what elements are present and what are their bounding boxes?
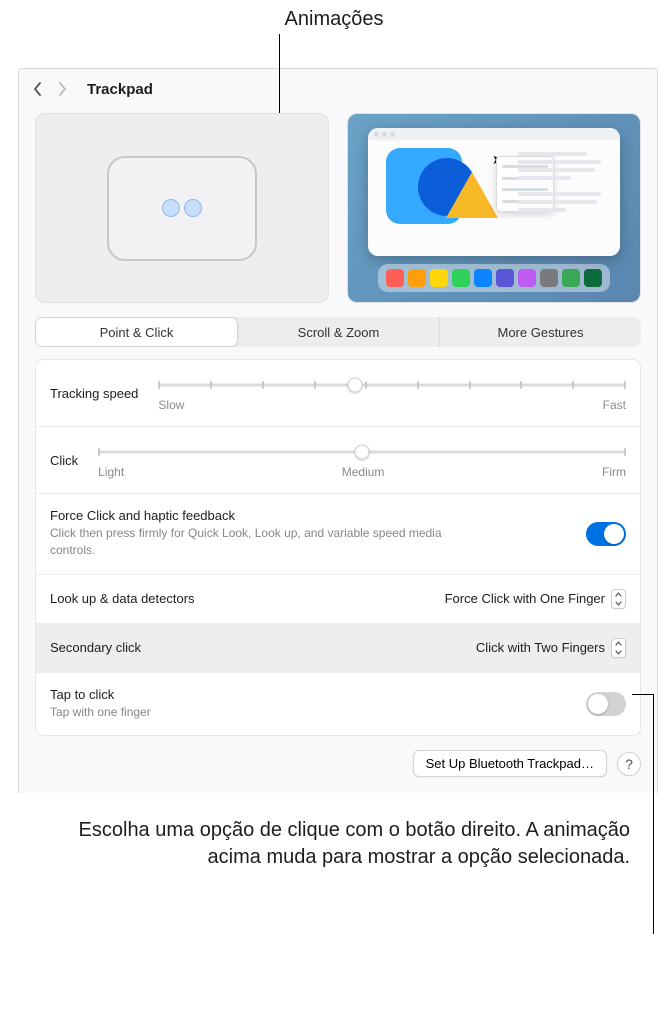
secondary-click-select[interactable]: Click with Two Fingers	[476, 638, 626, 658]
secondary-click-value: Click with Two Fingers	[476, 640, 605, 655]
settings-panel: Tracking speed Slow Fast Click	[35, 359, 641, 736]
click-label: Click	[50, 453, 78, 468]
lookup-value: Force Click with One Finger	[445, 591, 605, 606]
tracking-speed-label: Tracking speed	[50, 386, 138, 401]
chevron-right-icon	[57, 82, 67, 96]
tab-point-click[interactable]: Point & Click	[35, 317, 238, 347]
preview-area: ➤	[19, 109, 657, 317]
slider-knob-icon[interactable]	[355, 445, 370, 460]
setup-bluetooth-button[interactable]: Set Up Bluetooth Trackpad…	[413, 750, 607, 777]
tap-to-click-label: Tap to click	[50, 687, 151, 702]
trackpad-outline-icon	[107, 156, 257, 261]
nav-forward-button[interactable]	[53, 77, 71, 101]
tracking-max-label: Fast	[603, 398, 626, 412]
lookup-select[interactable]: Force Click with One Finger	[445, 589, 626, 609]
row-lookup: Look up & data detectors Force Click wit…	[36, 575, 640, 624]
updown-stepper-icon	[611, 589, 626, 609]
force-click-label: Force Click and haptic feedback	[50, 508, 470, 523]
callout-bottom-label: Escolha uma opção de clique com o botão …	[28, 817, 648, 891]
chevron-left-icon	[33, 82, 43, 96]
callout-top-line	[279, 34, 280, 124]
click-mid-label: Medium	[342, 465, 385, 479]
nav-back-button[interactable]	[29, 77, 47, 101]
row-tap-to-click: Tap to click Tap with one finger	[36, 673, 640, 735]
tab-more-gestures[interactable]: More Gestures	[440, 317, 641, 347]
force-click-toggle[interactable]	[586, 522, 626, 546]
click-min-label: Light	[98, 465, 124, 479]
callout-top-label: Animações	[285, 8, 384, 30]
footer-row: Set Up Bluetooth Trackpad… ?	[35, 750, 641, 777]
finger-dot-icon	[184, 199, 202, 217]
tab-scroll-zoom[interactable]: Scroll & Zoom	[238, 317, 440, 347]
window-title: Trackpad	[87, 81, 153, 98]
click-max-label: Firm	[602, 465, 626, 479]
triangle-shape-icon	[446, 172, 498, 218]
row-force-click: Force Click and haptic feedback Click th…	[36, 494, 640, 575]
force-click-desc: Click then press firmly for Quick Look, …	[50, 525, 470, 560]
row-secondary-click: Secondary click Click with Two Fingers	[36, 624, 640, 673]
updown-stepper-icon	[611, 638, 626, 658]
screen-animation-preview: ➤	[347, 113, 641, 303]
dock-icon	[378, 264, 610, 292]
tracking-speed-slider[interactable]	[158, 376, 626, 394]
secondary-click-label: Secondary click	[50, 640, 141, 655]
lookup-label: Look up & data detectors	[50, 591, 195, 606]
callout-side-line	[632, 694, 654, 934]
trackpad-animation-preview	[35, 113, 329, 303]
prefs-window: Trackpad ➤	[18, 68, 658, 793]
row-click: Click Light Medium Firm	[36, 427, 640, 494]
mock-app-window: ➤	[368, 128, 620, 256]
slider-knob-icon[interactable]	[347, 378, 362, 393]
tap-to-click-desc: Tap with one finger	[50, 704, 151, 721]
finger-dot-icon	[162, 199, 180, 217]
tab-bar: Point & Click Scroll & Zoom More Gesture…	[35, 317, 641, 347]
tracking-min-label: Slow	[158, 398, 184, 412]
click-slider[interactable]	[98, 443, 626, 461]
titlebar: Trackpad	[19, 69, 657, 109]
tap-to-click-toggle[interactable]	[586, 692, 626, 716]
row-tracking-speed: Tracking speed Slow Fast	[36, 360, 640, 427]
